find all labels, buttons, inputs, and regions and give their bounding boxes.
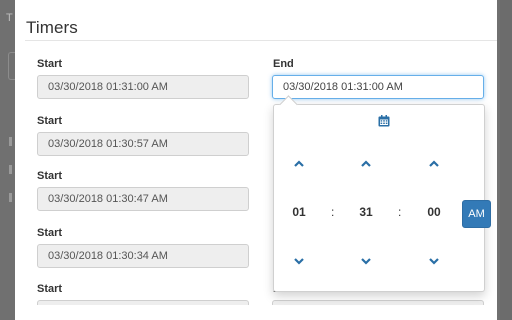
start-label: Start <box>37 115 63 127</box>
hour-value[interactable]: 01 <box>284 205 314 219</box>
time-separator: : <box>398 205 402 219</box>
modal-bottom-edge <box>15 305 497 320</box>
time-separator: : <box>331 205 335 219</box>
scroll-track <box>500 0 512 320</box>
end-label: End <box>273 58 294 70</box>
minute-value[interactable]: 31 <box>351 205 381 219</box>
start-time-input[interactable]: 03/30/2018 01:30:47 AM <box>37 187 249 211</box>
start-label: Start <box>37 58 63 70</box>
second-increment-icon[interactable] <box>427 159 441 169</box>
hour-increment-icon[interactable] <box>292 159 306 169</box>
background-input <box>8 52 15 80</box>
minute-decrement-icon[interactable] <box>359 256 373 266</box>
background-mark <box>9 165 12 174</box>
start-time-input[interactable]: 03/30/2018 01:30:34 AM <box>37 244 249 268</box>
title-divider <box>25 40 497 41</box>
timers-modal: Timers Start 03/30/2018 01:31:00 AM End … <box>15 0 497 320</box>
end-time-input[interactable]: 03/30/2018 01:31:00 AM <box>272 75 484 99</box>
background-text: T <box>6 12 13 24</box>
minute-increment-icon[interactable] <box>359 159 373 169</box>
am-pm-toggle-button[interactable]: AM <box>462 200 491 228</box>
calendar-icon[interactable] <box>378 115 390 127</box>
second-decrement-icon[interactable] <box>427 256 441 266</box>
start-label: Start <box>37 227 63 239</box>
modal-title: Timers <box>26 18 78 37</box>
time-picker-popup: 01 : 31 : 00 AM <box>273 95 491 292</box>
start-time-input[interactable]: 03/30/2018 01:30:57 AM <box>37 132 249 156</box>
start-time-input[interactable]: 03/30/2018 01:31:00 AM <box>37 75 249 99</box>
start-label: Start <box>37 170 63 182</box>
start-label: Start <box>37 283 63 295</box>
background-mark <box>9 193 12 202</box>
hour-decrement-icon[interactable] <box>292 256 306 266</box>
second-value[interactable]: 00 <box>419 205 449 219</box>
background-mark <box>9 137 12 146</box>
